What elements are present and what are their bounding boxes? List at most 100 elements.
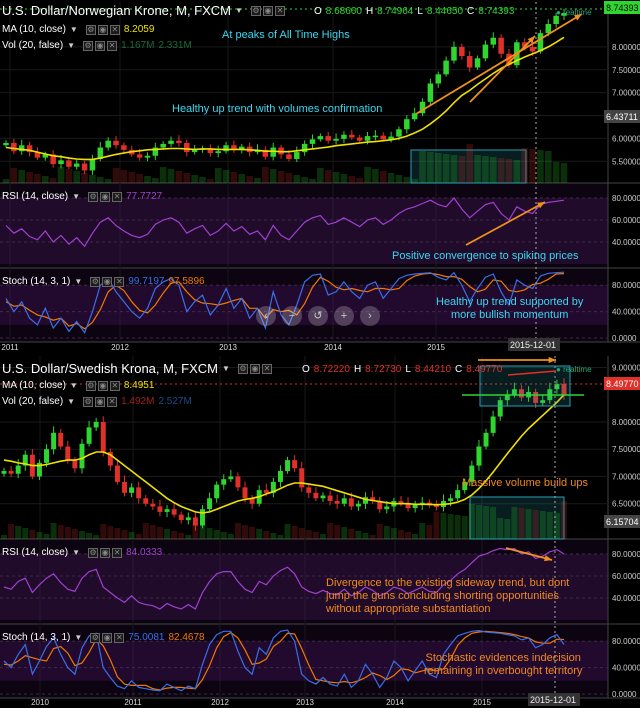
bullish-candle bbox=[412, 504, 418, 509]
price-tick-label: 7.00000 bbox=[612, 472, 640, 481]
volume-bar bbox=[561, 501, 567, 539]
volume-bar bbox=[482, 156, 489, 183]
scroll-left-icon[interactable]: ‹ bbox=[256, 306, 276, 326]
close-icon[interactable]: ✕ bbox=[274, 5, 285, 16]
volume-bar bbox=[227, 534, 234, 539]
bearish-candle bbox=[100, 421, 106, 452]
eye-icon[interactable]: ◉ bbox=[95, 40, 106, 51]
volume-bar bbox=[419, 151, 426, 183]
scroll-right-icon[interactable]: › bbox=[360, 306, 380, 326]
volume-bar bbox=[71, 529, 78, 539]
volume-bar bbox=[293, 175, 301, 183]
bearish-candle bbox=[178, 514, 184, 521]
volume-bar bbox=[263, 531, 270, 539]
bullish-candle bbox=[215, 151, 221, 154]
bearish-candle bbox=[65, 446, 71, 461]
close-icon[interactable]: ✕ bbox=[261, 363, 272, 374]
p2-rsi-legend[interactable]: RSI (14, close) ▼ ⚙ ◉ ✕ 84.0333 bbox=[2, 547, 162, 558]
close-icon[interactable]: ✕ bbox=[114, 276, 125, 287]
reset-icon[interactable]: ↺ bbox=[308, 306, 328, 326]
zoom-out-icon[interactable]: − bbox=[282, 306, 302, 326]
p1-low: 8.44650 bbox=[426, 6, 464, 17]
settings-icon[interactable]: ⚙ bbox=[83, 396, 94, 407]
zoom-navigation[interactable]: ‹ − ↺ + › bbox=[256, 306, 380, 326]
p2-vol-value-1: 1.492M bbox=[121, 396, 155, 407]
volume-bar bbox=[529, 149, 536, 183]
settings-icon[interactable]: ⚙ bbox=[90, 632, 101, 643]
close-icon[interactable]: ✕ bbox=[109, 24, 120, 35]
bullish-candle bbox=[185, 517, 191, 521]
volume-bar bbox=[100, 524, 107, 539]
close-icon[interactable]: ✕ bbox=[112, 191, 123, 202]
close-icon[interactable]: ✕ bbox=[114, 632, 125, 643]
bearish-candle bbox=[114, 465, 120, 482]
p1-symbol-title[interactable]: U.S. Dollar/Norwegian Krone, M, FXCM ▼ ⚙ ◉ ✕ bbox=[2, 3, 285, 18]
eye-icon[interactable]: ◉ bbox=[95, 396, 106, 407]
settings-icon[interactable]: ⚙ bbox=[85, 24, 96, 35]
volume-bar bbox=[539, 511, 546, 539]
volume-bar bbox=[277, 171, 285, 183]
bullish-candle bbox=[341, 498, 347, 504]
eye-icon[interactable]: ◉ bbox=[100, 547, 111, 558]
eye-icon[interactable]: ◉ bbox=[249, 363, 260, 374]
p1-stoch-legend[interactable]: Stoch (14, 3, 1) ▼ ⚙ ◉ ✕ 99.7197 97.5896 bbox=[2, 276, 205, 287]
volume-bar bbox=[18, 170, 26, 183]
volume-bar bbox=[167, 169, 175, 183]
bullish-candle bbox=[223, 145, 229, 152]
p1-ma-legend[interactable]: MA (10, close) ▼ ⚙ ◉ ✕ 8.2059 bbox=[2, 24, 154, 35]
volume-bar bbox=[249, 527, 256, 539]
volume-bar bbox=[364, 167, 371, 183]
volume-bar bbox=[362, 533, 369, 539]
eye-icon[interactable]: ◉ bbox=[97, 380, 108, 391]
settings-icon[interactable]: ⚙ bbox=[250, 5, 261, 16]
volume-bar bbox=[301, 177, 308, 183]
settings-icon[interactable]: ⚙ bbox=[237, 363, 248, 374]
volume-bar bbox=[112, 168, 120, 183]
p2-ma-legend[interactable]: MA (10, close) ▼ ⚙ ◉ ✕ 8.4951 bbox=[2, 380, 154, 391]
eye-icon[interactable]: ◉ bbox=[100, 191, 111, 202]
settings-icon[interactable]: ⚙ bbox=[88, 547, 99, 558]
p2-stoch-legend[interactable]: Stoch (14, 3, 1) ▼ ⚙ ◉ ✕ 75.0081 82.4678 bbox=[2, 632, 205, 643]
volume-bar bbox=[78, 531, 85, 539]
volume-bar bbox=[57, 525, 64, 539]
zoom-in-icon[interactable]: + bbox=[334, 306, 354, 326]
year-label: 2014 bbox=[324, 343, 342, 352]
p1-title-buttons[interactable]: ⚙ ◉ ✕ bbox=[250, 5, 285, 16]
p1-vol-legend[interactable]: Vol (20, false) ▼ ⚙ ◉ ✕ 1.167M 2.331M bbox=[2, 40, 192, 51]
bearish-candle bbox=[136, 154, 143, 158]
year-label: 2015 bbox=[427, 343, 445, 352]
p2-symbol-title[interactable]: U.S. Dollar/Swedish Krona, M, FXCM ▼ ⚙ ◉ ✕ bbox=[2, 361, 272, 376]
p2-vol-legend[interactable]: Vol (20, false) ▼ ⚙ ◉ ✕ 1.492M 2.527M bbox=[2, 396, 192, 407]
settings-icon[interactable]: ⚙ bbox=[88, 191, 99, 202]
volume-bar bbox=[348, 176, 356, 183]
close-icon[interactable]: ✕ bbox=[107, 40, 118, 51]
settings-icon[interactable]: ⚙ bbox=[85, 380, 96, 391]
volume-bar bbox=[537, 150, 544, 183]
eye-icon[interactable]: ◉ bbox=[262, 5, 273, 16]
eye-icon[interactable]: ◉ bbox=[102, 276, 113, 287]
p1-rsi-legend[interactable]: RSI (14, close) ▼ ⚙ ◉ ✕ 77.7727 bbox=[2, 191, 162, 202]
close-icon[interactable]: ✕ bbox=[107, 396, 118, 407]
volume-bar bbox=[156, 527, 163, 539]
settings-icon[interactable]: ⚙ bbox=[90, 276, 101, 287]
price-tick-label: 9.00000 bbox=[612, 363, 640, 372]
close-icon[interactable]: ✕ bbox=[109, 380, 120, 391]
bearish-candle bbox=[466, 56, 473, 68]
rsi-tick-label: 40.0000 bbox=[612, 594, 640, 603]
volume-bar bbox=[546, 512, 553, 539]
settings-icon[interactable]: ⚙ bbox=[83, 40, 94, 51]
volume-bar bbox=[334, 525, 341, 539]
volume-bar bbox=[159, 167, 167, 183]
eye-icon[interactable]: ◉ bbox=[97, 24, 108, 35]
p2-stoch-k-value: 75.0081 bbox=[128, 632, 165, 643]
bullish-candle bbox=[448, 498, 454, 502]
eye-icon[interactable]: ◉ bbox=[102, 632, 113, 643]
volume-bar bbox=[97, 177, 104, 183]
bearish-candle bbox=[81, 163, 88, 171]
rsi-tick-label: 60.0000 bbox=[612, 572, 640, 581]
bearish-candle bbox=[242, 487, 248, 499]
bearish-candle bbox=[286, 154, 292, 159]
volume-bar bbox=[552, 162, 560, 183]
close-icon[interactable]: ✕ bbox=[112, 547, 123, 558]
volume-bar bbox=[256, 529, 263, 539]
